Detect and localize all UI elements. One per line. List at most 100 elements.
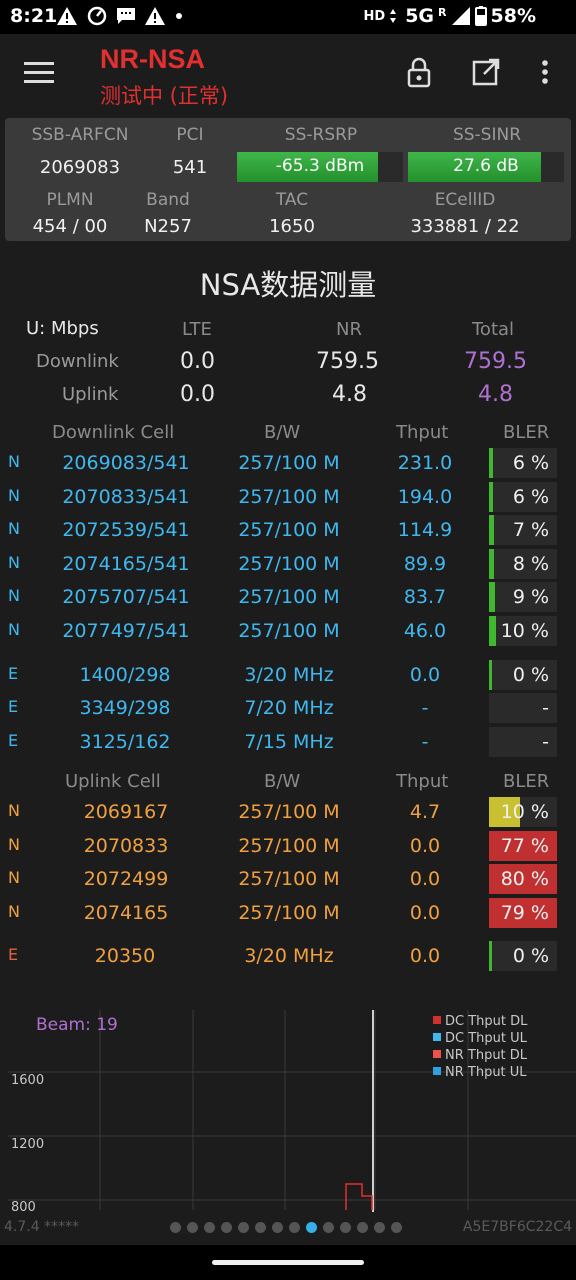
bler-meter: 9 % xyxy=(489,582,557,613)
bler-meter: 6 % xyxy=(489,481,557,512)
rat-tag: E xyxy=(8,697,19,717)
rat-tag: N xyxy=(8,834,20,854)
bler-meter: 79 % xyxy=(489,897,557,928)
page-dot[interactable] xyxy=(255,1222,266,1233)
rat-tag: N xyxy=(8,586,20,606)
ul-bler-header: BLER xyxy=(503,771,550,792)
bandwidth: 257/100 M xyxy=(238,620,340,642)
status-time: 8:21 xyxy=(10,5,58,27)
tac-value: 1650 xyxy=(269,216,315,237)
bler-value: 10 % xyxy=(500,620,549,642)
plmn-value: 454 / 00 xyxy=(32,216,108,237)
throughput: 0.0 xyxy=(409,834,441,857)
throughput: 0.0 xyxy=(409,945,441,968)
cell-id: 2070833 xyxy=(83,834,169,857)
page-dot[interactable] xyxy=(391,1222,402,1233)
network-type: 5G xyxy=(405,5,435,27)
ul-thput-header: Thput xyxy=(396,771,449,792)
bler-value: 0 % xyxy=(512,663,549,686)
cell-id: 2069083/541 xyxy=(62,452,190,474)
more-vert-icon[interactable] xyxy=(529,56,561,88)
throughput-chart: 1600 1200 800 DC Thput DL DC Thput UL NR T… xyxy=(8,1010,576,1213)
home-handle[interactable] xyxy=(212,1260,364,1265)
band-value: N257 xyxy=(144,216,192,237)
page-dot[interactable] xyxy=(374,1222,385,1233)
bler-value: 6 % xyxy=(512,452,549,474)
page-dot[interactable] xyxy=(340,1222,351,1233)
bler-value: 77 % xyxy=(500,834,549,857)
page-dot[interactable] xyxy=(323,1222,334,1233)
page-dot[interactable] xyxy=(306,1222,317,1233)
bler-meter: 10 % xyxy=(489,616,557,646)
pci-value: 541 xyxy=(172,157,208,178)
bler-value: - xyxy=(542,697,549,720)
rat-tag: E xyxy=(8,663,19,683)
bler-meter: 10 % xyxy=(489,797,557,827)
cell-id: 2072539/541 xyxy=(62,519,190,542)
rsrp-bar: -65.3 dBm xyxy=(237,152,403,182)
uplink-total: 4.8 xyxy=(478,382,513,407)
bandwidth: 3/20 MHz xyxy=(244,945,334,968)
cell-id: 2074165 xyxy=(83,901,169,924)
bandwidth: 7/20 MHz xyxy=(244,697,334,720)
pci-label: PCI xyxy=(176,125,204,145)
legend-swatch xyxy=(433,1016,441,1024)
bler-meter: 6 % xyxy=(489,448,557,478)
lock-icon[interactable] xyxy=(403,56,435,88)
rat-tag: N xyxy=(8,801,20,820)
menu-icon[interactable] xyxy=(24,62,54,84)
rsrp-label: SS-RSRP xyxy=(284,125,358,145)
bandwidth: 257/100 M xyxy=(238,586,340,609)
total-header: Total xyxy=(472,319,515,340)
ecellid-value: 333881 / 22 xyxy=(410,216,520,237)
bandwidth: 257/100 M xyxy=(238,552,340,575)
page-dot[interactable] xyxy=(238,1222,249,1233)
app-subtitle: 测试中 (正常) xyxy=(100,84,229,108)
hd-indicator: HD xyxy=(363,8,386,24)
page-dot[interactable] xyxy=(170,1222,181,1233)
bandwidth: 257/100 M xyxy=(238,485,340,508)
bler-meter: 7 % xyxy=(489,515,557,546)
bler-meter: - xyxy=(489,726,557,757)
throughput: 83.7 xyxy=(403,586,447,609)
battery-percent: 58% xyxy=(490,5,536,27)
legend-swatch xyxy=(433,1033,441,1041)
ul-cell-header: Uplink Cell xyxy=(65,771,161,792)
bler-meter: 8 % xyxy=(489,548,557,579)
page-dot[interactable] xyxy=(357,1222,368,1233)
bler-value: 8 % xyxy=(512,552,549,575)
bler-value: 6 % xyxy=(512,485,549,508)
page-dot[interactable] xyxy=(187,1222,198,1233)
warning-icon xyxy=(57,7,77,25)
y-tick-1600: 1600 xyxy=(11,1073,44,1088)
page-indicator[interactable] xyxy=(170,1222,402,1233)
page-dot[interactable] xyxy=(204,1222,215,1233)
throughput: 194.0 xyxy=(397,485,453,508)
version-label: 4.7.4 ***** xyxy=(4,1219,80,1235)
bandwidth: 257/100 M xyxy=(238,834,340,857)
ecellid-label: ECellID xyxy=(434,190,496,210)
cell-id: 1400/298 xyxy=(79,663,171,686)
cell-id: 3125/162 xyxy=(79,730,171,753)
downlink-lte: 0.0 xyxy=(180,349,215,374)
data-arrows-icon xyxy=(390,9,397,23)
bandwidth: 257/100 M xyxy=(238,801,340,823)
device-id: A5E7BF6C22C4 xyxy=(462,1219,572,1235)
page-dot[interactable] xyxy=(221,1222,232,1233)
page-dot[interactable] xyxy=(272,1222,283,1233)
legend-label: DC Thput DL xyxy=(445,1014,528,1029)
y-tick-1200: 1200 xyxy=(11,1137,44,1152)
open-external-icon[interactable] xyxy=(470,56,502,88)
lte-header: LTE xyxy=(182,319,212,340)
uplink-lte: 0.0 xyxy=(180,382,215,407)
warning-icon-2 xyxy=(145,7,165,25)
dl-bler-header: BLER xyxy=(503,422,550,443)
serving-cell-panel: SSB-ARFCN PCI SS-RSRP SS-SINR 2069083 54… xyxy=(5,118,571,241)
arfcn-label: SSB-ARFCN xyxy=(31,125,129,145)
sinr-value: 27.6 dB xyxy=(453,156,519,176)
throughput: 46.0 xyxy=(403,620,447,642)
legend-label: NR Thput UL xyxy=(445,1065,527,1080)
page-dot[interactable] xyxy=(289,1222,300,1233)
legend-swatch xyxy=(433,1067,441,1075)
rat-tag: N xyxy=(8,552,20,572)
